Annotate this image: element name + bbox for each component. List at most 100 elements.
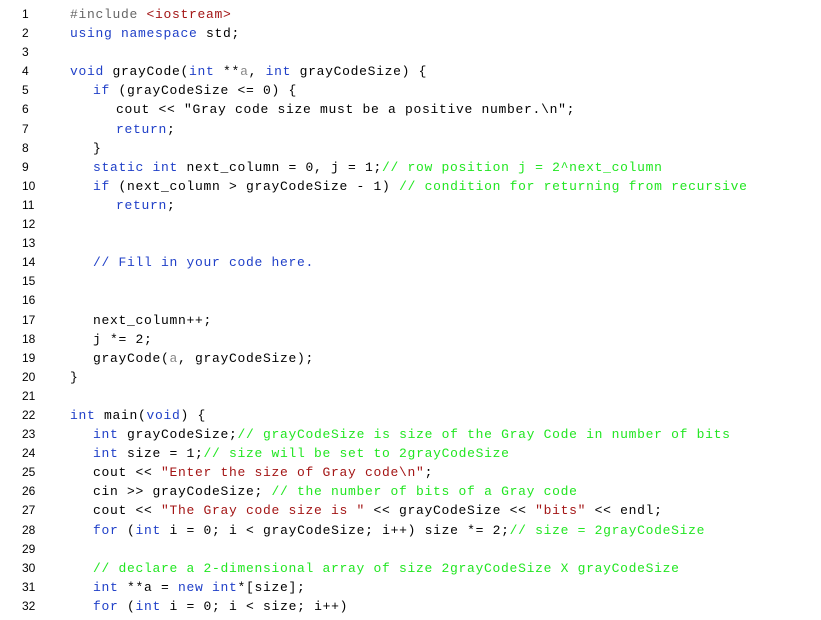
code-line[interactable]: 2 using namespace std; (0, 24, 821, 43)
code-line[interactable]: 30 // declare a 2-dimensional array of si… (0, 559, 821, 578)
line-number: 16 (22, 293, 36, 308)
comment-token: // the number of bits of a Gray code (271, 484, 578, 500)
keyword-token: void (146, 407, 181, 423)
line-number: 25 (22, 465, 36, 480)
code-token: cout << (93, 465, 162, 481)
code-line[interactable]: 22 int main(void) { (0, 406, 821, 425)
code-token: } (93, 140, 102, 156)
code-line[interactable]: 16 (0, 291, 821, 310)
code-text: j *= 2; (93, 330, 153, 349)
code-line[interactable]: 31 int **a = new int*[size]; (0, 578, 821, 597)
code-text: for (int i = 0; i < grayCodeSize; i++) s… (93, 521, 705, 540)
code-token: cout << "Gray code size must be a positi… (116, 102, 576, 118)
line-number: 22 (22, 407, 36, 422)
code-line[interactable]: 32 for (int i = 0; i < size; i++) (0, 597, 821, 616)
code-token: cout << (93, 503, 162, 519)
keyword-token: int (93, 427, 128, 443)
code-token: grayCode( (93, 350, 170, 366)
code-token: } (70, 369, 79, 385)
code-line[interactable]: 23 int grayCodeSize;// grayCodeSize is si… (0, 425, 821, 444)
code-line[interactable]: 6 cout << "Gray code size must be a posit… (0, 100, 821, 119)
line-number: 21 (22, 388, 36, 403)
line-number: 19 (22, 350, 36, 365)
line-number: 12 (22, 217, 36, 232)
code-line[interactable]: 25 cout << "Enter the size of Gray code\n… (0, 463, 821, 482)
code-line[interactable]: 21 (0, 387, 821, 406)
comment-token: // Fill in your code here. (93, 255, 315, 271)
code-line[interactable]: 17 next_column++; (0, 311, 821, 330)
code-token: << endl; (586, 503, 663, 519)
line-number: 6 (22, 102, 29, 117)
line-number: 11 (22, 197, 35, 212)
line-number: 23 (22, 427, 36, 442)
code-token: ( (127, 598, 136, 614)
code-text: int size = 1;// size will be set to 2gra… (93, 444, 510, 463)
code-token: std; (206, 26, 241, 42)
keyword-token: int (135, 598, 170, 614)
code-token: next_column = 0, j = 1; (186, 159, 383, 175)
code-line[interactable]: 1 #include <iostream> (0, 5, 821, 24)
code-line[interactable]: 24 int size = 1;// size will be set to 2g… (0, 444, 821, 463)
code-text: #include <iostream> (70, 5, 232, 24)
keyword-token: int (93, 579, 128, 595)
line-number: 28 (22, 522, 36, 537)
code-text: static int next_column = 0, j = 1;// row… (93, 158, 663, 177)
line-number: 29 (22, 541, 36, 556)
code-line[interactable]: 18 j *= 2; (0, 330, 821, 349)
code-text: return; (116, 120, 176, 139)
code-token: i = 0; i < size; i++) (169, 598, 349, 614)
line-number: 24 (22, 446, 36, 461)
parameter-token: a (240, 64, 249, 80)
line-number: 10 (22, 178, 36, 193)
string-token: <iostream> (146, 7, 232, 22)
comment-token: // size = 2grayCodeSize (509, 522, 706, 538)
code-line[interactable]: 10 if (next_column > grayCodeSize - 1) //… (0, 177, 821, 196)
code-line[interactable]: 13 (0, 234, 821, 253)
code-line[interactable]: 19 grayCode(a, grayCodeSize); (0, 349, 821, 368)
string-token: "bits" (535, 503, 587, 519)
code-token: next_column++; (93, 312, 213, 328)
code-token: ** (223, 64, 241, 80)
code-line[interactable]: 9 static int next_column = 0, j = 1;// ro… (0, 158, 821, 177)
code-token: **a = (127, 579, 179, 595)
code-token: grayCode( (112, 64, 190, 80)
keyword-token: int (93, 446, 128, 462)
code-line[interactable]: 29 (0, 540, 821, 559)
line-number: 18 (22, 331, 36, 346)
code-line[interactable]: 4 void grayCode(int **a, int grayCodeSize… (0, 62, 821, 81)
line-number: 13 (22, 236, 36, 251)
code-text: } (93, 139, 102, 158)
code-line[interactable]: 20} (0, 368, 821, 387)
code-text: next_column++; (93, 311, 212, 330)
code-text: grayCode(a, grayCodeSize); (93, 349, 314, 368)
code-token: grayCodeSize; (127, 427, 238, 443)
code-text: } (70, 368, 79, 387)
code-text: int **a = new int*[size]; (93, 578, 306, 597)
keyword-token: return (116, 121, 168, 137)
parameter-token: a (169, 350, 179, 366)
code-editor[interactable]: 1 #include <iostream> 2 using namespace std… (0, 5, 821, 616)
code-token: grayCodeSize) { (299, 64, 428, 80)
code-text: for (int i = 0; i < size; i++) (93, 597, 348, 616)
code-text: void grayCode(int **a, int grayCodeSize)… (70, 62, 427, 81)
keyword-token: if (93, 83, 119, 99)
code-line[interactable]: 27 cout << "The Gray code size is " << gr… (0, 501, 821, 520)
code-text: // Fill in your code here. (93, 253, 314, 272)
code-token: ; (167, 197, 176, 213)
line-number: 14 (22, 255, 36, 270)
code-line[interactable]: 5 if (grayCodeSize <= 0) { (0, 81, 821, 100)
code-line[interactable]: 14 // Fill in your code here. (0, 253, 821, 272)
code-token: , grayCodeSize); (178, 350, 315, 366)
line-number: 9 (22, 159, 29, 174)
code-line[interactable]: 12 (0, 215, 821, 234)
code-line[interactable]: 7 return; (0, 120, 821, 139)
code-line[interactable]: 28 for (int i = 0; i < grayCodeSize; i++)… (0, 521, 821, 540)
line-number: 2 (22, 26, 29, 41)
code-line[interactable]: 8} (0, 139, 821, 158)
code-line[interactable]: 11 return; (0, 196, 821, 215)
keyword-token: int (265, 64, 300, 80)
line-number: 31 (22, 579, 36, 594)
code-line[interactable]: 3 (0, 43, 821, 62)
code-line[interactable]: 26 cin >> grayCodeSize; // the number of … (0, 482, 821, 501)
code-line[interactable]: 15 (0, 272, 821, 291)
